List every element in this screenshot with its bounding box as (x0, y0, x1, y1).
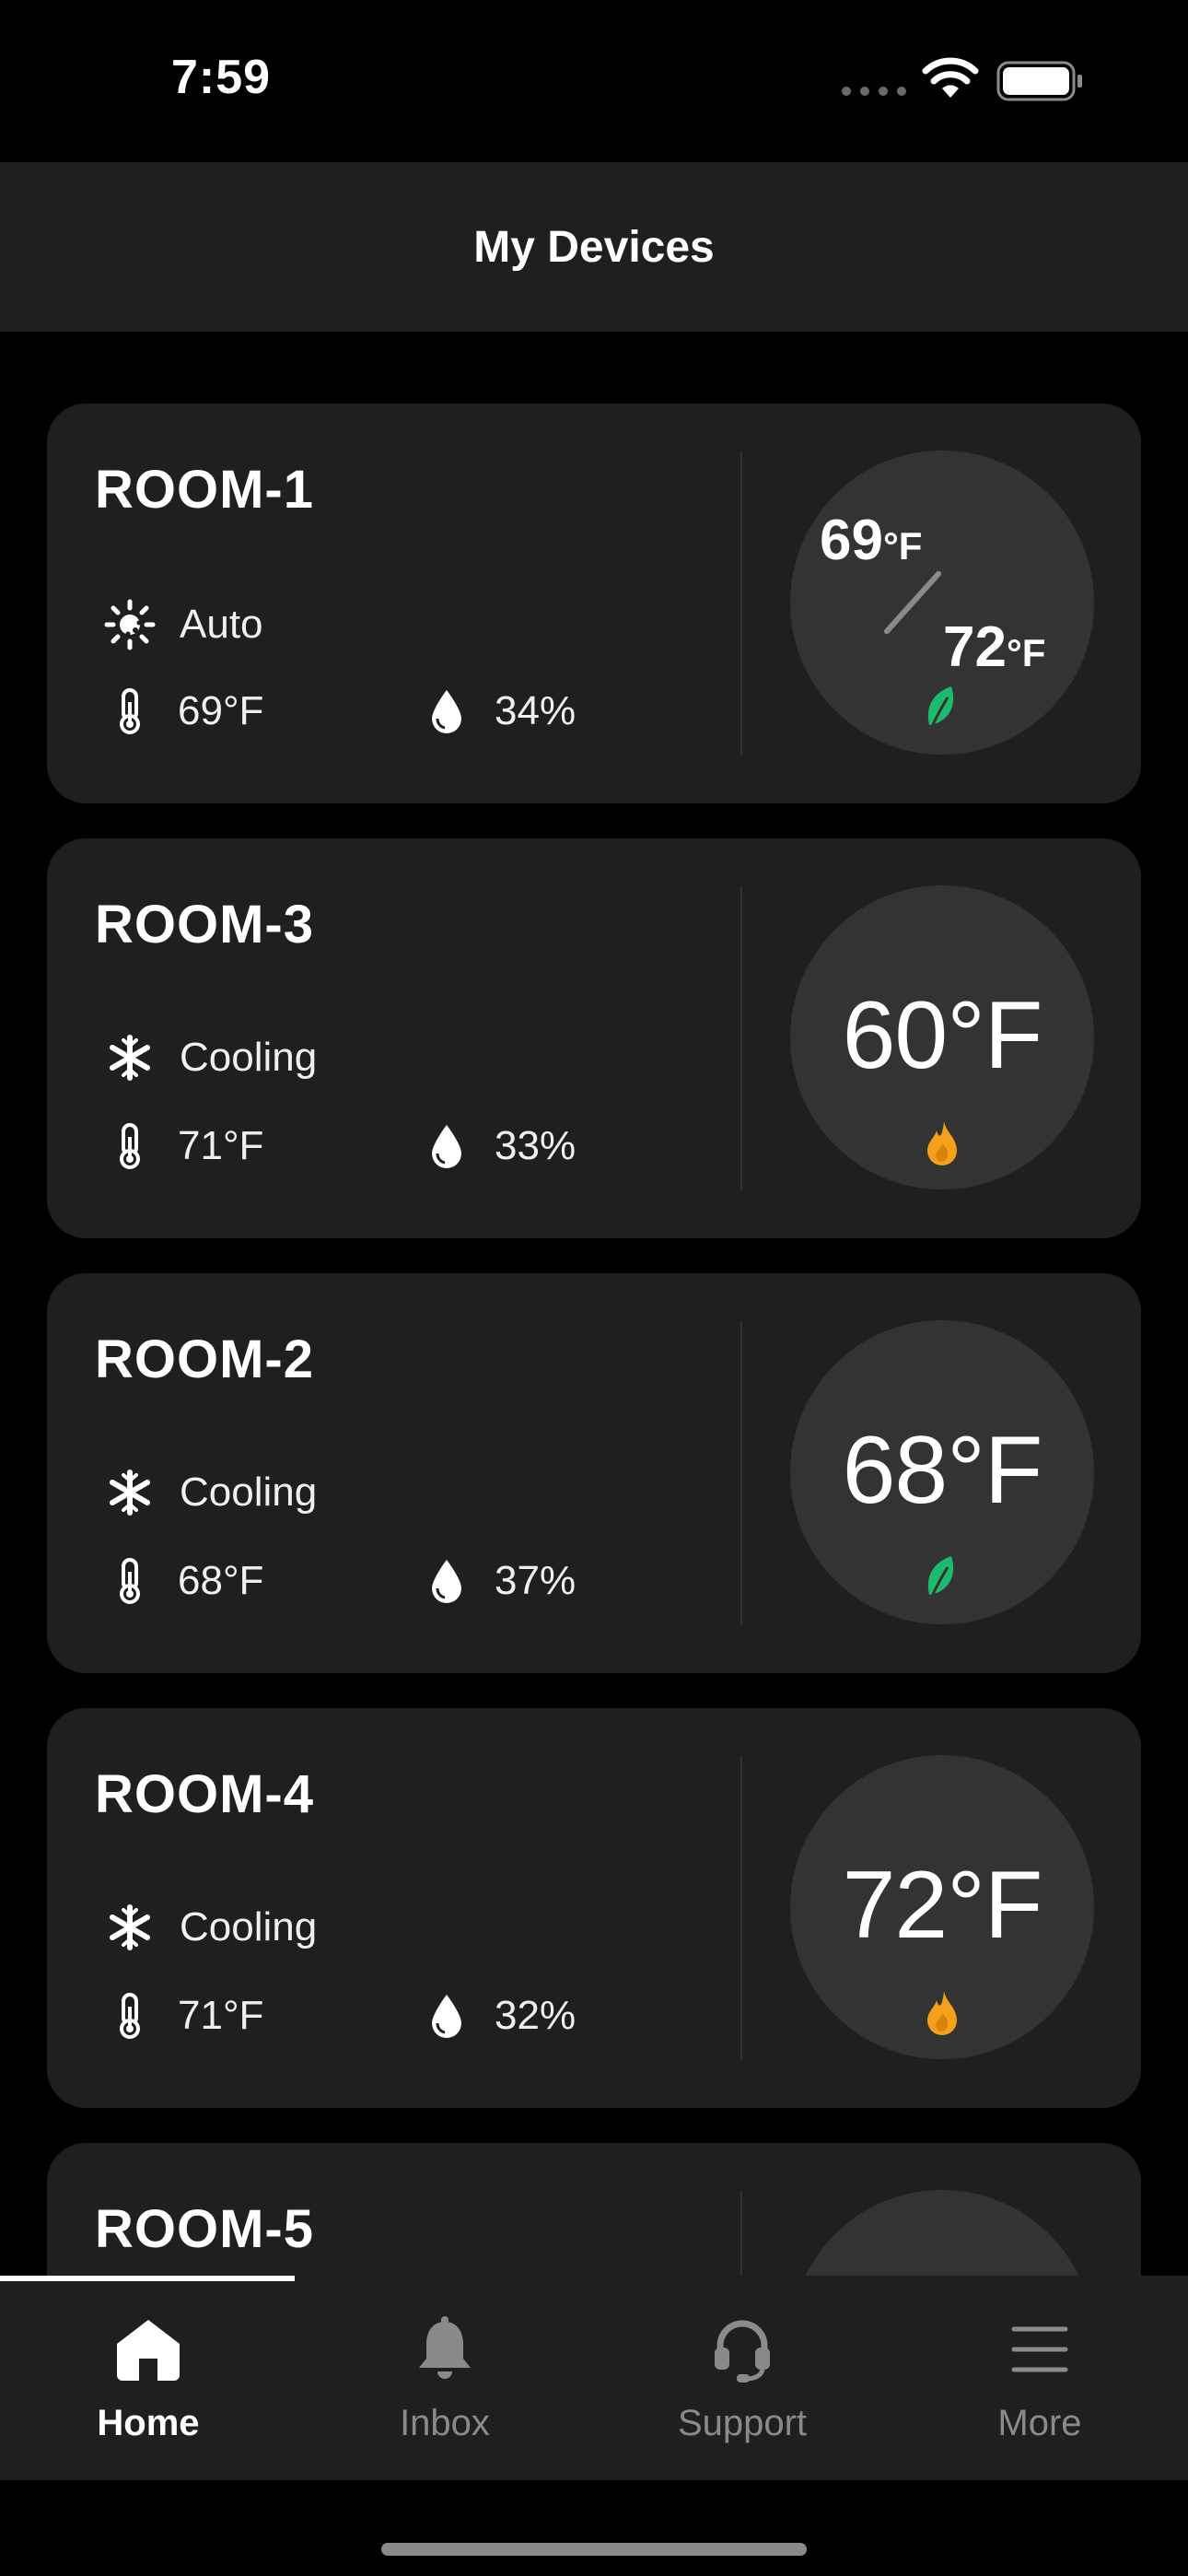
flame-icon (927, 1991, 957, 2035)
leaf-icon (927, 686, 954, 730)
thermometer-icon (102, 1122, 157, 1170)
headset-icon (711, 2313, 774, 2386)
water-drop-icon (419, 1992, 474, 2040)
device-card-room-4[interactable]: ROOM-4 Cooling 71°F 32% 72°F (47, 1708, 1141, 2108)
temperature-value: 69°F (178, 688, 264, 733)
mode-label: Auto (180, 602, 263, 647)
setpoint-value: 72°F (842, 1852, 1043, 1959)
mode-label: Cooling (180, 1904, 318, 1950)
mode-row: Cooling (102, 1469, 317, 1516)
tab-home[interactable]: Home (0, 2313, 297, 2469)
setpoint-dial[interactable]: 72°F (790, 1755, 1094, 2059)
divider (740, 451, 742, 755)
home-indicator-area (0, 2480, 1188, 2576)
humidity-value: 32% (495, 1993, 577, 2038)
tab-label: Home (97, 2403, 200, 2443)
active-tab-indicator (0, 2276, 295, 2281)
device-card-room-2[interactable]: ROOM-2 Cooling 68°F 37% 68°F (47, 1273, 1141, 1673)
cool-setpoint: 72°F (943, 615, 1046, 679)
snowflake-icon (102, 1034, 157, 1082)
indoor-temperature: 71°F (102, 1992, 263, 2040)
menu-icon (1010, 2313, 1069, 2386)
home-indicator[interactable] (381, 2543, 807, 2556)
tab-label: Support (677, 2403, 808, 2443)
thermometer-icon (102, 1557, 157, 1605)
bell-icon (415, 2313, 474, 2386)
water-drop-icon (419, 687, 474, 735)
mode-label: Cooling (180, 1469, 318, 1515)
humidity: 32% (419, 1992, 576, 2040)
thermometer-icon (102, 1992, 157, 2040)
setpoint-separator (882, 569, 943, 636)
page-title: My Devices (473, 222, 715, 272)
temperature-value: 71°F (178, 1123, 264, 1168)
home-icon (113, 2313, 183, 2386)
humidity: 34% (419, 687, 576, 735)
tab-bar: Home Inbox Support More (0, 2276, 1188, 2480)
water-drop-icon (419, 1122, 474, 1170)
tab-inbox[interactable]: Inbox (297, 2313, 593, 2469)
device-card-room-5[interactable]: ROOM-5 (47, 2143, 1141, 2276)
tab-label: More (997, 2403, 1082, 2443)
setpoint-value: 60°F (842, 982, 1043, 1089)
status-bar: 7:59 (0, 0, 1188, 162)
device-card-room-3[interactable]: ROOM-3 Cooling 71°F 33% 60°F (47, 838, 1141, 1238)
humidity-value: 33% (495, 1123, 577, 1168)
divider (740, 1756, 742, 2060)
humidity: 33% (419, 1122, 576, 1170)
mode-row: Cooling (102, 1034, 317, 1082)
divider (740, 886, 742, 1190)
auto-sun-icon (102, 599, 157, 650)
mode-label: Cooling (180, 1035, 318, 1080)
divider (740, 2191, 742, 2276)
water-drop-icon (419, 1557, 474, 1605)
device-card-room-1[interactable]: ROOM-1 Auto 69°F 34% 69°F 72°F (47, 404, 1141, 803)
tab-support[interactable]: Support (594, 2313, 891, 2469)
app-header: My Devices (0, 162, 1188, 332)
snowflake-icon (102, 1469, 157, 1516)
tab-more[interactable]: More (891, 2313, 1188, 2469)
device-name: ROOM-4 (95, 1764, 314, 1824)
device-name: ROOM-3 (95, 895, 314, 954)
humidity: 37% (419, 1557, 576, 1605)
tab-label: Inbox (400, 2403, 490, 2443)
device-name: ROOM-2 (95, 1329, 314, 1389)
divider (740, 1321, 742, 1625)
humidity-value: 34% (495, 688, 577, 733)
setpoint-value: 68°F (842, 1417, 1043, 1524)
wifi-icon (922, 57, 979, 98)
battery-icon (996, 61, 1082, 101)
device-list[interactable]: ROOM-1 Auto 69°F 34% 69°F 72°F ROOM-3 Co… (0, 332, 1188, 2276)
mode-row: Auto (102, 599, 263, 650)
flame-icon (927, 1121, 957, 1165)
mode-row: Cooling (102, 1903, 317, 1951)
temperature-value: 68°F (178, 1558, 264, 1603)
status-time: 7:59 (171, 51, 272, 104)
indoor-temperature: 69°F (102, 687, 263, 735)
cellular-signal-icon (842, 87, 906, 96)
temperature-value: 71°F (178, 1993, 264, 2038)
device-name: ROOM-5 (95, 2199, 314, 2259)
setpoint-dial[interactable]: 68°F (790, 1320, 1094, 1624)
setpoint-dial[interactable] (790, 2190, 1094, 2276)
setpoint-dial[interactable]: 69°F 72°F (790, 451, 1094, 755)
leaf-icon (927, 1556, 954, 1599)
heat-setpoint: 69°F (820, 509, 923, 572)
thermometer-icon (102, 687, 157, 735)
humidity-value: 37% (495, 1558, 577, 1603)
indoor-temperature: 71°F (102, 1122, 263, 1170)
snowflake-icon (102, 1903, 157, 1951)
indoor-temperature: 68°F (102, 1557, 263, 1605)
setpoint-dial[interactable]: 60°F (790, 885, 1094, 1189)
device-name: ROOM-1 (95, 460, 314, 520)
